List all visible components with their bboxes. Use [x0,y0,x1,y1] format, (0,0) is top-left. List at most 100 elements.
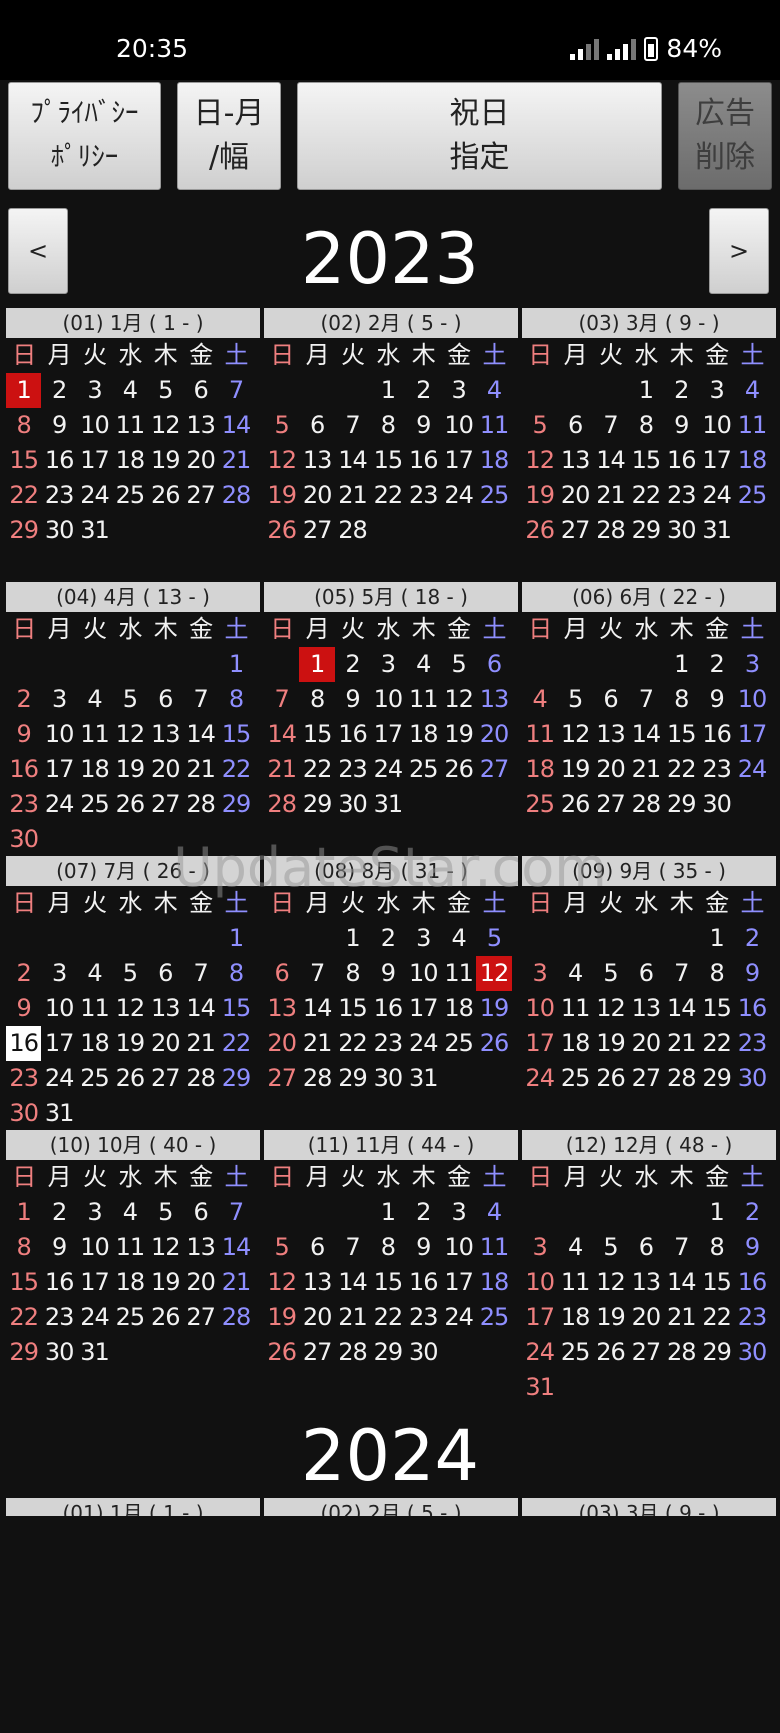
day-cell[interactable]: 1 [699,1195,734,1230]
day-cell[interactable]: 6 [557,408,592,443]
day-cell[interactable]: 20 [148,1026,183,1061]
day-cell[interactable]: 10 [77,1230,112,1265]
day-cell[interactable]: 26 [476,1026,511,1061]
day-cell[interactable]: 2 [664,373,699,408]
day-cell[interactable]: 19 [476,991,511,1026]
day-cell[interactable]: 8 [699,956,734,991]
day-cell[interactable]: 7 [299,956,334,991]
day-cell[interactable]: 8 [628,408,663,443]
day-cell[interactable]: 2 [406,1195,441,1230]
day-cell[interactable]: 5 [112,956,147,991]
day-cell[interactable]: 11 [476,1230,511,1265]
day-cell[interactable]: 1 [218,921,253,956]
day-cell[interactable]: 12 [264,443,299,478]
day-cell[interactable]: 29 [6,513,41,548]
day-cell[interactable]: 1 [664,647,699,682]
day-cell[interactable]: 30 [370,1061,405,1096]
day-cell[interactable]: 6 [299,408,334,443]
day-cell[interactable]: 25 [406,752,441,787]
day-cell[interactable]: 21 [335,478,370,513]
month-header[interactable]: (08) 8月 ( 31 - ) [264,856,518,886]
day-cell[interactable]: 13 [476,682,511,717]
day-cell[interactable]: 9 [335,682,370,717]
day-cell[interactable]: 26 [264,1335,299,1370]
day-cell[interactable]: 26 [148,1300,183,1335]
day-cell[interactable]: 26 [522,513,557,548]
month-header[interactable]: (07) 7月 ( 26 - ) [6,856,260,886]
day-cell[interactable]: 2 [734,921,769,956]
day-cell[interactable]: 11 [77,717,112,752]
day-cell[interactable]: 13 [628,1265,663,1300]
day-cell[interactable]: 28 [335,1335,370,1370]
day-cell[interactable]: 19 [522,478,557,513]
day-cell[interactable]: 14 [299,991,334,1026]
day-cell[interactable]: 17 [406,991,441,1026]
day-cell[interactable]: 14 [183,717,218,752]
day-cell[interactable]: 15 [699,1265,734,1300]
day-cell[interactable]: 3 [41,682,76,717]
day-cell[interactable]: 2 [734,1195,769,1230]
day-cell[interactable]: 16 [6,752,41,787]
day-cell[interactable]: 28 [183,787,218,822]
day-cell[interactable]: 5 [441,647,476,682]
day-cell[interactable]: 26 [441,752,476,787]
day-cell[interactable]: 26 [112,1061,147,1096]
day-cell[interactable]: 16 [406,1265,441,1300]
day-cell[interactable]: 9 [41,408,76,443]
day-cell[interactable]: 20 [299,1300,334,1335]
day-cell[interactable]: 18 [476,443,511,478]
day-cell[interactable]: 25 [112,478,147,513]
holiday-setting-button[interactable]: 祝日 指定 [297,82,662,190]
day-cell[interactable]: 21 [335,1300,370,1335]
day-cell[interactable]: 14 [593,443,628,478]
day-cell[interactable]: 9 [370,956,405,991]
month-header[interactable]: (12) 12月 ( 48 - ) [522,1130,776,1160]
day-cell[interactable]: 23 [699,752,734,787]
day-cell[interactable]: 3 [522,956,557,991]
day-cell[interactable]: 31 [699,513,734,548]
day-cell[interactable]: 24 [77,478,112,513]
day-cell[interactable]: 21 [664,1026,699,1061]
day-cell[interactable]: 3 [370,647,405,682]
day-cell[interactable]: 4 [522,682,557,717]
day-cell[interactable]: 12 [148,1230,183,1265]
day-cell[interactable]: 10 [41,991,76,1026]
day-cell[interactable]: 3 [441,373,476,408]
day-cell[interactable]: 14 [218,1230,253,1265]
privacy-policy-button[interactable]: ﾌﾟﾗｲﾊﾞｼｰ ﾎﾟﾘｼｰ [8,82,161,190]
day-cell[interactable]: 9 [664,408,699,443]
day-cell[interactable]: 16 [41,443,76,478]
day-cell[interactable]: 1 [370,1195,405,1230]
day-cell[interactable]: 24 [522,1061,557,1096]
day-cell[interactable]: 7 [264,682,299,717]
day-cell[interactable]: 30 [6,1096,41,1131]
day-cell[interactable]: 21 [664,1300,699,1335]
day-cell[interactable]: 18 [557,1300,592,1335]
day-cell[interactable]: 3 [522,1230,557,1265]
day-cell[interactable]: 6 [628,956,663,991]
day-cell[interactable]: 19 [593,1026,628,1061]
day-cell[interactable]: 10 [41,717,76,752]
day-cell[interactable]: 4 [77,682,112,717]
day-cell[interactable]: 27 [183,1300,218,1335]
day-cell[interactable]: 13 [264,991,299,1026]
day-cell[interactable]: 11 [734,408,769,443]
day-cell[interactable]: 19 [112,1026,147,1061]
day-cell[interactable]: 29 [6,1335,41,1370]
day-cell[interactable]: 6 [628,1230,663,1265]
day-cell[interactable]: 28 [218,478,253,513]
day-cell[interactable]: 30 [734,1335,769,1370]
day-cell[interactable]: 24 [41,787,76,822]
day-cell[interactable]: 2 [406,373,441,408]
day-cell[interactable]: 6 [183,1195,218,1230]
day-cell[interactable]: 6 [148,682,183,717]
day-cell[interactable]: 1 [335,921,370,956]
day-cell[interactable]: 19 [148,443,183,478]
day-cell[interactable]: 6 [183,373,218,408]
day-cell[interactable]: 3 [41,956,76,991]
day-cell[interactable]: 28 [183,1061,218,1096]
day-cell[interactable]: 22 [664,752,699,787]
day-cell[interactable]: 18 [406,717,441,752]
day-cell[interactable]: 3 [77,1195,112,1230]
day-cell[interactable]: 11 [441,956,476,991]
